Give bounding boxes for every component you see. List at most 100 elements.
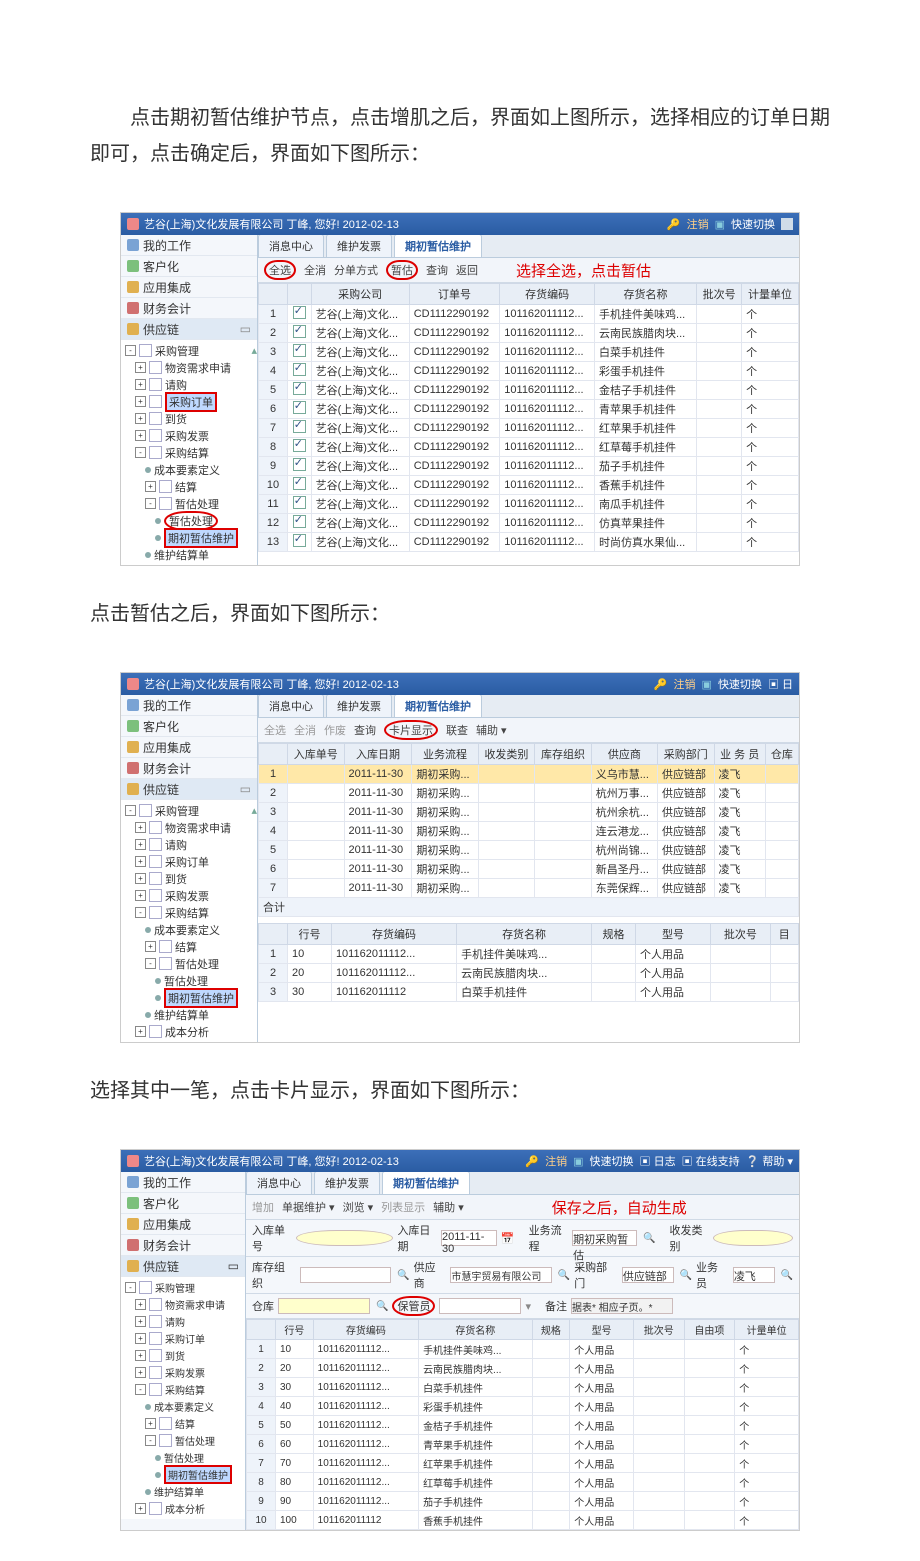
table-row[interactable]: 10艺谷(上海)文化...CD1112290192101162011112...… [259, 476, 799, 495]
table-row[interactable]: 330101162011112...白菜手机挂件个人用品个 [247, 1378, 799, 1397]
table-row[interactable]: 42011-11-30期初采购...连云港龙...供应链部凌飞 [259, 822, 799, 841]
btn-back[interactable]: 返回 [456, 262, 478, 278]
tree-settle[interactable]: -采购结算 [125, 904, 257, 921]
switch-link[interactable]: 快速切换 [731, 216, 775, 232]
logout-link[interactable]: 注销 [674, 676, 696, 692]
tree-chengben[interactable]: +成本分析 [125, 1500, 245, 1517]
btn-deselect-all[interactable]: 全消 [304, 262, 326, 278]
input-rkno[interactable] [296, 1230, 394, 1246]
sidebar-integration[interactable]: 应用集成 [121, 1214, 245, 1235]
table-row[interactable]: 220101162011112...云南民族腊肉块...个人用品个 [247, 1359, 799, 1378]
tree-qichu[interactable]: 期初暂估维护 [125, 529, 257, 546]
table-row[interactable]: 52011-11-30期初采购...杭州尚锦...供应链部凌飞 [259, 841, 799, 860]
switch-link[interactable]: 快速切换 [590, 1153, 634, 1169]
table-row[interactable]: 3艺谷(上海)文化...CD1112290192101162011112...白… [259, 343, 799, 362]
btn-deselect-all[interactable]: 全消 [294, 722, 316, 738]
sidebar-supplychain[interactable]: 供应链▭ [121, 1256, 245, 1277]
tree-apply[interactable]: +请购 [125, 1313, 245, 1330]
tree-purchase-mgmt[interactable]: -采购管理 [125, 1279, 245, 1296]
tree-purchase-order[interactable]: +采购订单 [125, 1330, 245, 1347]
table-row[interactable]: 72011-11-30期初采购...东莞保辉...供应链部凌飞 [259, 879, 799, 898]
table-row[interactable]: 13艺谷(上海)文化...CD1112290192101162011112...… [259, 533, 799, 552]
sidebar-finance[interactable]: 财务会计 [121, 1235, 245, 1256]
input-flow[interactable]: 期初采购暂估 [572, 1230, 637, 1246]
tree-zg-handle[interactable]: -暂估处理 [125, 1432, 245, 1449]
tree-invoice[interactable]: +采购发票 [125, 427, 257, 444]
table-row[interactable]: 660101162011112...青苹果手机挂件个人用品个 [247, 1435, 799, 1454]
btn-add[interactable]: 增加 [252, 1199, 274, 1215]
sidebar-mywork[interactable]: 我的工作 [121, 1172, 245, 1193]
table-row[interactable]: 2艺谷(上海)文化...CD1112290192101162011112...云… [259, 324, 799, 343]
tab-invoice[interactable]: 维护发票 [326, 695, 392, 717]
tree-zg-handle2[interactable]: 暂估处理 [125, 1449, 245, 1466]
tree-purchase-mgmt[interactable]: -采购管理▴ [125, 802, 257, 819]
tab-msg[interactable]: 消息中心 [258, 695, 324, 717]
sidebar-client[interactable]: 客户化 [121, 1193, 245, 1214]
table-row[interactable]: 990101162011112...茄子手机挂件个人用品个 [247, 1492, 799, 1511]
tree-qichu[interactable]: 期初暂估维护 [125, 989, 257, 1006]
input-rectype[interactable] [713, 1230, 793, 1246]
tree-cost-def[interactable]: 成本要素定义 [125, 1398, 245, 1415]
tree-purchase-mgmt[interactable]: -采购管理▴ [125, 342, 257, 359]
table-row[interactable]: 7艺谷(上海)文化...CD1112290192101162011112...红… [259, 419, 799, 438]
btn-query[interactable]: 查询 [426, 262, 448, 278]
sidebar-integration[interactable]: 应用集成 [121, 737, 257, 758]
table-row[interactable]: 10100101162011112香蕉手机挂件个人用品个 [247, 1511, 799, 1530]
logout-link[interactable]: 注销 [687, 216, 709, 232]
tree-qichu[interactable]: 期初暂估维护 [125, 1466, 245, 1483]
tab-qichu[interactable]: 期初暂估维护 [394, 695, 482, 717]
input-supplier[interactable]: 市慧宇贸易有限公司 [450, 1267, 551, 1283]
tab-invoice[interactable]: 维护发票 [314, 1172, 380, 1194]
lookup-icon[interactable]: 🔍 [397, 1270, 409, 1281]
table-row[interactable]: 9艺谷(上海)文化...CD1112290192101162011112...茄… [259, 457, 799, 476]
sidebar-client[interactable]: 客户化 [121, 716, 257, 737]
tree-zg-handle[interactable]: -暂估处理 [125, 495, 257, 512]
btn-select-all[interactable]: 全选 [264, 260, 296, 280]
tree-chengben[interactable]: +成本分析 [125, 1023, 257, 1040]
sidebar-supplychain[interactable]: 供应链▭ [121, 319, 257, 340]
table-row[interactable]: 220101162011112...云南民族腊肉块...个人用品 [259, 964, 799, 983]
tab-qichu[interactable]: 期初暂估维护 [394, 235, 482, 257]
sidebar-finance[interactable]: 财务会计 [121, 298, 257, 319]
tab-msg[interactable]: 消息中心 [246, 1172, 312, 1194]
btn-help[interactable]: 辅助 ▾ [433, 1199, 464, 1215]
collapse-icon[interactable]: ▭ [240, 322, 251, 336]
sidebar-finance[interactable]: 财务会计 [121, 758, 257, 779]
table-row[interactable]: 330101162011112白菜手机挂件个人用品 [259, 983, 799, 1002]
btn-query[interactable]: 查询 [354, 722, 376, 738]
table-row[interactable]: 1艺谷(上海)文化...CD1112290192101162011112...手… [259, 305, 799, 324]
log-link[interactable]: ▣ 日 [768, 676, 793, 692]
tree-weihu-js[interactable]: 维护结算单 [125, 1483, 245, 1500]
tree-jiesuan[interactable]: +结算 [125, 1415, 245, 1432]
switch-link[interactable]: 快速切换 [718, 676, 762, 692]
table-row[interactable]: 12艺谷(上海)文化...CD1112290192101162011112...… [259, 514, 799, 533]
tab-msg[interactable]: 消息中心 [258, 235, 324, 257]
input-keeper[interactable] [439, 1298, 521, 1314]
tree-zg-handle2[interactable]: 暂估处理 [125, 512, 257, 529]
btn-card-view[interactable]: 卡片显示 [384, 720, 438, 740]
tree-zg-handle[interactable]: -暂估处理 [125, 955, 257, 972]
tree-material-req[interactable]: +物资需求申请 [125, 819, 257, 836]
btn-void[interactable]: 作废 [324, 722, 346, 738]
input-purdept[interactable]: 供应链部 [622, 1267, 674, 1283]
dropdown-icon[interactable]: ▾ [525, 1300, 531, 1313]
win-btn[interactable] [781, 218, 793, 230]
input-stockorg[interactable] [300, 1267, 391, 1283]
help-link[interactable]: ❔ 帮助 ▾ [746, 1153, 793, 1169]
sidebar-mywork[interactable]: 我的工作 [121, 695, 257, 716]
btn-select-all[interactable]: 全选 [264, 722, 286, 738]
log-link[interactable]: ▣ 日志 [640, 1153, 676, 1169]
table-row[interactable]: 550101162011112...金桔子手机挂件个人用品个 [247, 1416, 799, 1435]
lookup-icon[interactable]: 🔍 [781, 1270, 793, 1281]
sidebar-integration[interactable]: 应用集成 [121, 277, 257, 298]
table-row[interactable]: 4艺谷(上海)文化...CD1112290192101162011112...彩… [259, 362, 799, 381]
tab-qichu[interactable]: 期初暂估维护 [382, 1172, 470, 1194]
table-row[interactable]: 11艺谷(上海)文化...CD1112290192101162011112...… [259, 495, 799, 514]
table-row[interactable]: 440101162011112...彩蛋手机挂件个人用品个 [247, 1397, 799, 1416]
table-row[interactable]: 110101162011112...手机挂件美味鸡...个人用品个 [247, 1340, 799, 1359]
tree-invoice[interactable]: +采购发票 [125, 887, 257, 904]
table-row[interactable]: 12011-11-30期初采购...义乌市慧...供应链部凌飞 [259, 765, 799, 784]
btn-help[interactable]: 辅助 ▾ [476, 722, 507, 738]
table-row[interactable]: 110101162011112...手机挂件美味鸡...个人用品 [259, 945, 799, 964]
lookup-icon[interactable]: 🔍 [643, 1233, 655, 1244]
